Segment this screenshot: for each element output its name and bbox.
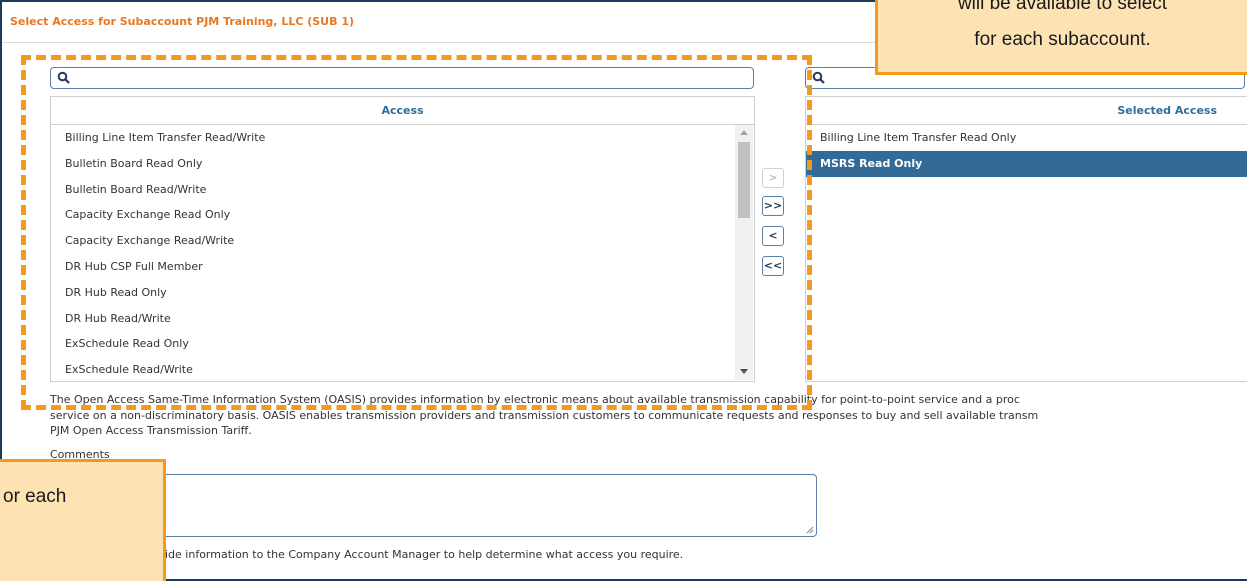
description-line: PJM Open Access Transmission Tariff. xyxy=(50,424,252,437)
search-icon xyxy=(812,71,825,84)
highlight-dashed-box xyxy=(21,55,812,410)
selected-access-list: Selected Access Billing Line Item Transf… xyxy=(805,96,1247,382)
callout-bottom-left: or each xyxy=(0,459,166,581)
resize-handle-icon[interactable] xyxy=(806,526,814,534)
selected-list-item-active[interactable]: MSRS Read Only xyxy=(806,150,1247,177)
callout-text: or each xyxy=(3,486,67,507)
callout-top-right: will be available to select for each sub… xyxy=(875,0,1247,75)
selected-list-item[interactable]: Billing Line Item Transfer Read Only xyxy=(806,125,1247,151)
callout-text: will be available to select xyxy=(957,0,1168,14)
callout-text: for each subaccount. xyxy=(974,29,1151,50)
selected-access-header: Selected Access xyxy=(806,97,1247,125)
panel-title: Select Access for Subaccount PJM Trainin… xyxy=(10,15,355,28)
